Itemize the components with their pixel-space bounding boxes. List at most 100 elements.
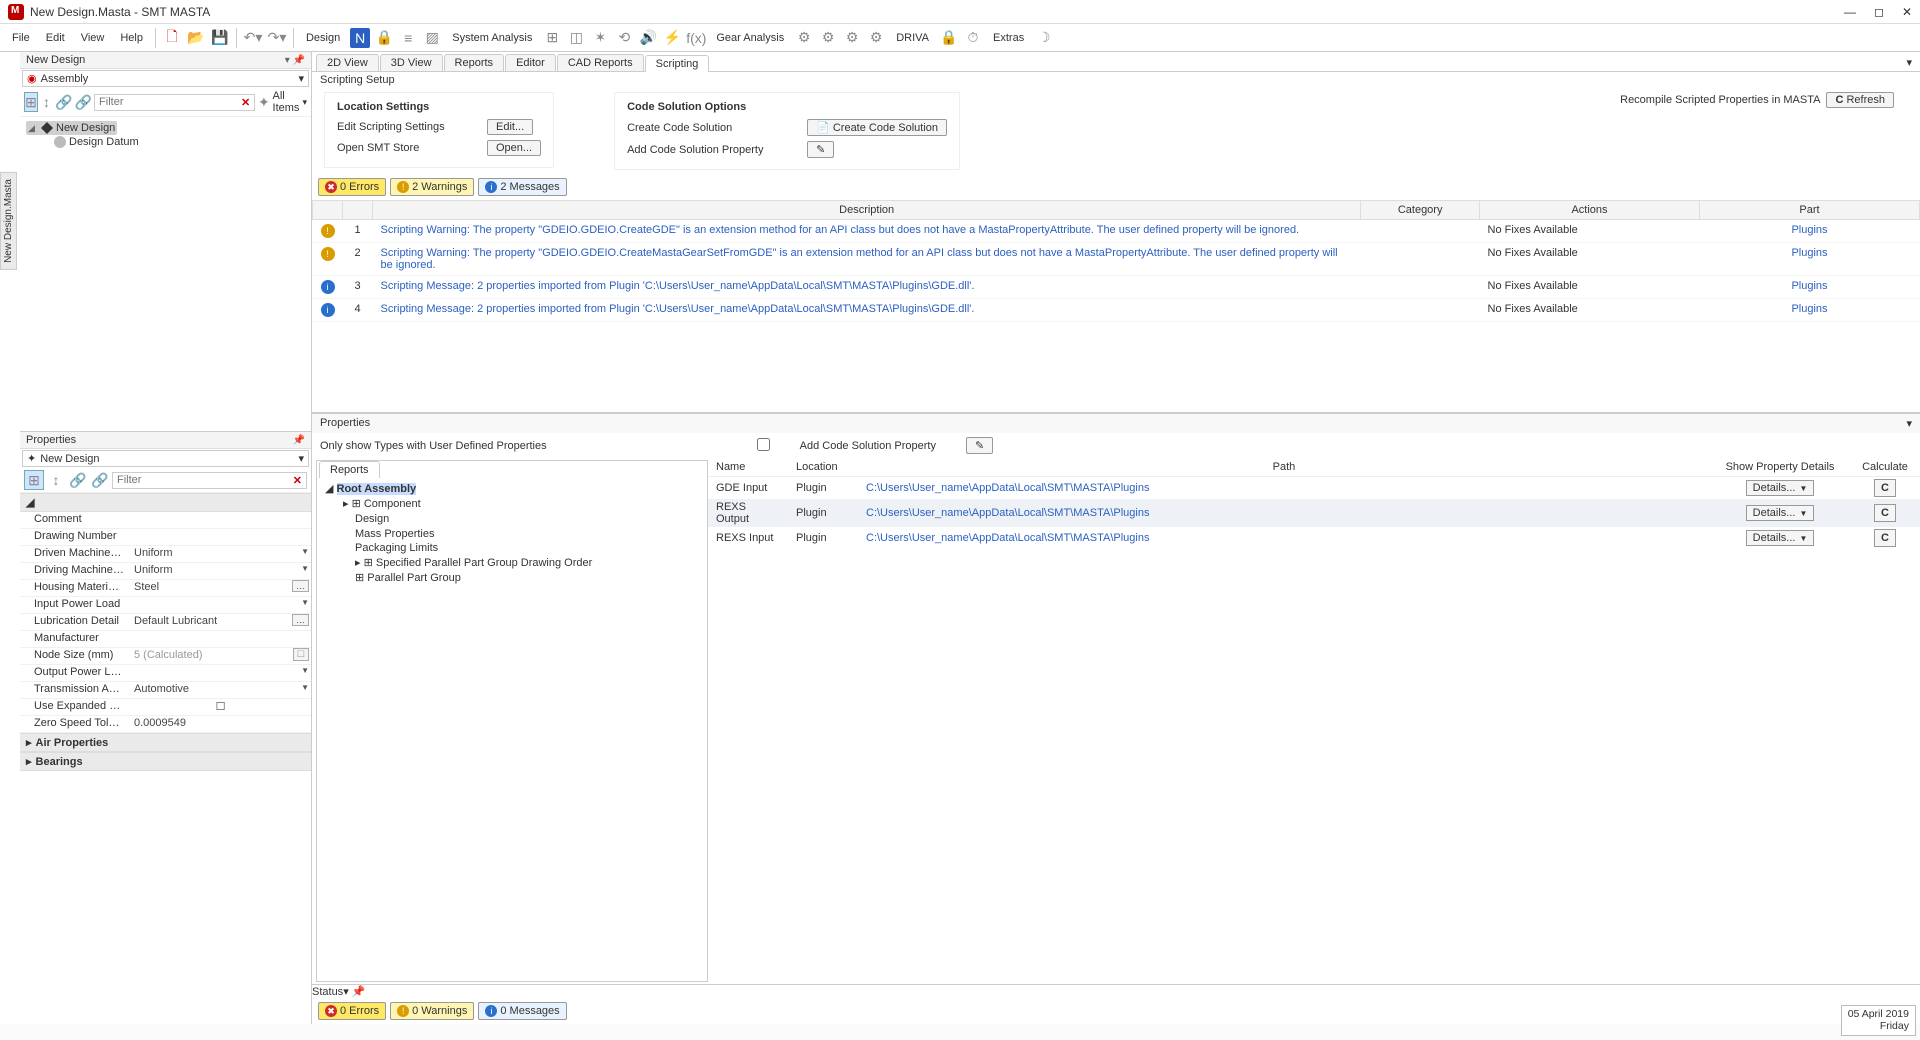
addcode-button[interactable]: ✎ xyxy=(966,437,993,454)
db-icon[interactable]: ≡ xyxy=(398,28,418,48)
prop-tool-4[interactable]: 🔗 xyxy=(90,470,110,490)
undo-icon[interactable]: ↶▾ xyxy=(243,28,263,48)
tabs-dropdown-icon[interactable]: ▾ xyxy=(1898,54,1920,71)
menu-extras[interactable]: Extras xyxy=(987,30,1030,46)
message-row[interactable]: i3Scripting Message: 2 properties import… xyxy=(313,276,1920,299)
calc-button[interactable]: C xyxy=(1874,479,1896,497)
nav-tool-1[interactable]: ⊞ xyxy=(24,92,38,112)
ga-icon-2[interactable]: ⚙ xyxy=(818,28,838,48)
save-file-icon[interactable]: 💾 xyxy=(210,28,230,48)
nav-tool-2[interactable]: ↕ xyxy=(40,92,53,112)
message-row[interactable]: !2Scripting Warning: The property "GDEIO… xyxy=(313,243,1920,276)
ga-icon-1[interactable]: ⚙ xyxy=(794,28,814,48)
details-button[interactable]: Details... ▼ xyxy=(1746,480,1815,496)
driva-icon-1[interactable]: 🔒 xyxy=(939,28,959,48)
ga-icon-4[interactable]: ⚙ xyxy=(866,28,886,48)
ga-icon-3[interactable]: ⚙ xyxy=(842,28,862,48)
tab-reports[interactable]: Reports xyxy=(444,54,505,71)
addcode-label: Add Code Solution Property xyxy=(800,440,936,452)
details-button[interactable]: Details... ▼ xyxy=(1746,505,1815,521)
properties-combo[interactable]: ✦ New Design ▾ xyxy=(22,450,309,467)
maximize-button[interactable]: ◻ xyxy=(1874,5,1884,19)
property-row[interactable]: REXS InputPluginC:\Users\User_name\AppDa… xyxy=(708,527,1920,549)
menu-gearanalysis[interactable]: Gear Analysis xyxy=(710,30,790,46)
clear-icon-2[interactable]: ✕ xyxy=(293,474,302,487)
menu-driva[interactable]: DRIVA xyxy=(890,30,935,46)
property-row[interactable]: REXS OutputPluginC:\Users\User_name\AppD… xyxy=(708,499,1920,527)
prop-tool-3[interactable]: 🔗 xyxy=(68,470,88,490)
navigator-filter[interactable]: ✕ xyxy=(94,94,255,111)
prop-tool-2[interactable]: ↕ xyxy=(46,470,66,490)
extras-icon[interactable]: ☽ xyxy=(1034,28,1054,48)
pin-icon[interactable]: ▾ 📌 xyxy=(285,55,305,66)
side-tab[interactable]: New Design.Masta xyxy=(0,172,17,270)
status-errors[interactable]: ✖0 Errors xyxy=(318,1002,386,1020)
minimize-button[interactable]: — xyxy=(1844,5,1856,19)
calc-button[interactable]: C xyxy=(1874,529,1896,547)
calc-button[interactable]: C xyxy=(1874,504,1896,522)
sa-icon-3[interactable]: ✶ xyxy=(590,28,610,48)
sa-icon-6[interactable]: ⚡ xyxy=(662,28,682,48)
menu-sysanalysis[interactable]: System Analysis xyxy=(446,30,538,46)
redo-icon[interactable]: ↷▾ xyxy=(267,28,287,48)
tree-root-assembly[interactable]: Root Assembly xyxy=(337,483,417,495)
nav-tool-3[interactable]: 🔗 xyxy=(55,92,72,112)
details-button[interactable]: Details... ▼ xyxy=(1746,530,1815,546)
clear-icon[interactable]: ✕ xyxy=(241,96,250,109)
message-row[interactable]: i4Scripting Message: 2 properties import… xyxy=(313,299,1920,322)
open-button[interactable]: Open... xyxy=(487,140,541,156)
sa-icon-2[interactable]: ◫ xyxy=(566,28,586,48)
expand-icon[interactable]: ▾ xyxy=(1906,417,1912,430)
status-warnings[interactable]: !0 Warnings xyxy=(390,1002,474,1020)
driva-icon-2[interactable]: ⏱ xyxy=(963,28,983,48)
warnings-badge[interactable]: !2 Warnings xyxy=(390,178,474,196)
menubar: File Edit View Help 🗋 📂 💾 ↶▾ ↷▾ Design N… xyxy=(0,24,1920,52)
new-file-icon[interactable]: 🗋 xyxy=(162,28,182,48)
sa-icon-4[interactable]: ⟲ xyxy=(614,28,634,48)
sa-icon-1[interactable]: ⊞ xyxy=(542,28,562,48)
tab-2dview[interactable]: 2D View xyxy=(316,54,379,71)
property-grid[interactable]: ◢ Comment Drawing Number Driven Machine … xyxy=(20,493,311,1024)
navigator-filter-input[interactable] xyxy=(99,96,241,108)
all-items-label[interactable]: All Items xyxy=(273,90,301,114)
axis-icon[interactable]: ▨ xyxy=(422,28,442,48)
messages-badge[interactable]: i2 Messages xyxy=(478,178,566,196)
design-n-icon[interactable]: N xyxy=(350,28,370,48)
edit-button[interactable]: Edit... xyxy=(487,119,533,135)
sa-icon-7[interactable]: f(x) xyxy=(686,28,706,48)
properties-filter[interactable]: ✕ xyxy=(112,472,307,489)
refresh-button[interactable]: C Refresh xyxy=(1826,92,1894,108)
tree-root[interactable]: ◢ New Design xyxy=(26,121,117,135)
tab-editor[interactable]: Editor xyxy=(505,54,556,71)
properties-filter-input[interactable] xyxy=(117,474,293,486)
navigator-tree[interactable]: ◢ New Design Design Datum xyxy=(20,117,311,431)
navigator-title: New Design xyxy=(26,54,85,66)
type-tree[interactable]: ◢ Root Assembly ▸ ⊞ Component Design Mas… xyxy=(317,478,707,590)
menu-help[interactable]: Help xyxy=(114,30,149,46)
nav-tool-4[interactable]: 🔗 xyxy=(75,92,92,112)
menu-design[interactable]: Design xyxy=(300,30,346,46)
menu-view[interactable]: View xyxy=(75,30,111,46)
menu-file[interactable]: File xyxy=(6,30,36,46)
create-code-button[interactable]: 📄 Create Code Solution xyxy=(807,119,947,136)
prop-tool-1[interactable]: ⊞ xyxy=(24,470,44,490)
property-row[interactable]: GDE InputPluginC:\Users\User_name\AppDat… xyxy=(708,477,1920,500)
pin-icon-2[interactable]: 📌 xyxy=(293,435,305,446)
tree-child[interactable]: Design Datum xyxy=(26,135,305,149)
lock-icon[interactable]: 🔒 xyxy=(374,28,394,48)
menu-edit[interactable]: Edit xyxy=(40,30,71,46)
tab-scripting[interactable]: Scripting xyxy=(645,55,710,72)
add-code-button[interactable]: ✎ xyxy=(807,141,834,158)
navigator-combo[interactable]: ◉ Assembly ▾ xyxy=(22,70,309,87)
close-button[interactable]: ✕ xyxy=(1902,5,1912,19)
errors-badge[interactable]: ✖0 Errors xyxy=(318,178,386,196)
reports-tab[interactable]: Reports xyxy=(319,461,380,478)
status-messages[interactable]: i0 Messages xyxy=(478,1002,566,1020)
properties-header: Properties 📌 xyxy=(20,432,311,449)
sa-icon-5[interactable]: 🔊 xyxy=(638,28,658,48)
message-row[interactable]: !1Scripting Warning: The property "GDEIO… xyxy=(313,220,1920,243)
tab-cadreports[interactable]: CAD Reports xyxy=(557,54,644,71)
onlyshow-checkbox[interactable] xyxy=(757,438,770,451)
tab-3dview[interactable]: 3D View xyxy=(380,54,443,71)
open-file-icon[interactable]: 📂 xyxy=(186,28,206,48)
